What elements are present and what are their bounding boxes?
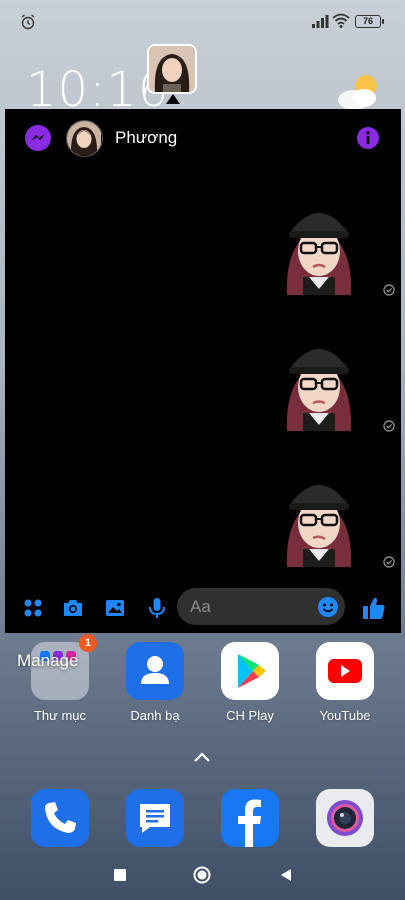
emoji-icon[interactable]	[317, 596, 339, 618]
thumbs-up-icon[interactable]	[361, 595, 387, 621]
play-store-icon	[221, 642, 279, 700]
app-label: CH Play	[226, 708, 274, 723]
phone-icon	[45, 802, 76, 833]
app-label: YouTube	[319, 708, 371, 723]
camera-icon[interactable]	[62, 597, 84, 619]
facebook-app[interactable]	[221, 789, 279, 847]
messages-app[interactable]	[126, 789, 184, 847]
contact-avatar[interactable]	[66, 120, 103, 157]
messenger-icon[interactable]	[25, 125, 51, 151]
message-composer: Aa	[5, 587, 401, 631]
camera-app[interactable]	[316, 789, 374, 847]
home-button[interactable]	[192, 865, 212, 885]
chat-head-pointer	[166, 94, 180, 104]
chat-header: Phương	[5, 109, 401, 167]
info-icon[interactable]	[356, 126, 380, 150]
gallery-icon[interactable]	[104, 597, 126, 619]
camera-app-icon	[327, 800, 363, 836]
contact-name[interactable]: Phương	[115, 128, 177, 148]
sent-check-icon	[383, 420, 395, 432]
messenger-chat-window: Phương Aa	[5, 109, 401, 633]
more-actions-icon[interactable]	[22, 597, 44, 619]
back-button[interactable]	[276, 865, 296, 885]
memoji-sticker-message[interactable]	[279, 199, 359, 295]
app-youtube[interactable]: YouTube	[305, 642, 385, 723]
app-contacts[interactable]: Danh bạ	[115, 642, 195, 723]
sent-check-icon	[383, 284, 395, 296]
chevron-up-icon[interactable]	[193, 750, 211, 764]
memoji-sticker-message[interactable]	[279, 471, 359, 567]
messages-icon	[140, 804, 170, 833]
message-input[interactable]: Aa	[177, 588, 345, 625]
contacts-icon	[126, 642, 184, 700]
chat-head-avatar[interactable]	[147, 44, 197, 94]
status-bar: 76	[0, 0, 405, 40]
app-play-store[interactable]: CH Play	[210, 642, 290, 723]
alarm-icon	[21, 14, 35, 30]
wifi-icon	[332, 13, 350, 28]
memoji-sticker-message[interactable]	[279, 335, 359, 431]
sent-check-icon	[383, 556, 395, 568]
manage-label[interactable]: Manage	[17, 651, 78, 671]
app-label: Thư mục	[33, 708, 87, 723]
app-label: Danh bạ	[130, 708, 180, 723]
recent-apps-button[interactable]	[110, 865, 130, 885]
message-input-placeholder: Aa	[190, 597, 211, 616]
microphone-icon[interactable]	[146, 597, 168, 619]
facebook-icon	[238, 799, 261, 847]
partly-cloudy-icon	[338, 75, 377, 110]
phone-app[interactable]	[31, 789, 89, 847]
battery-icon: 76	[355, 15, 384, 28]
youtube-icon	[316, 642, 374, 700]
notification-badge: 1	[79, 634, 97, 652]
signal-icon	[312, 15, 329, 28]
